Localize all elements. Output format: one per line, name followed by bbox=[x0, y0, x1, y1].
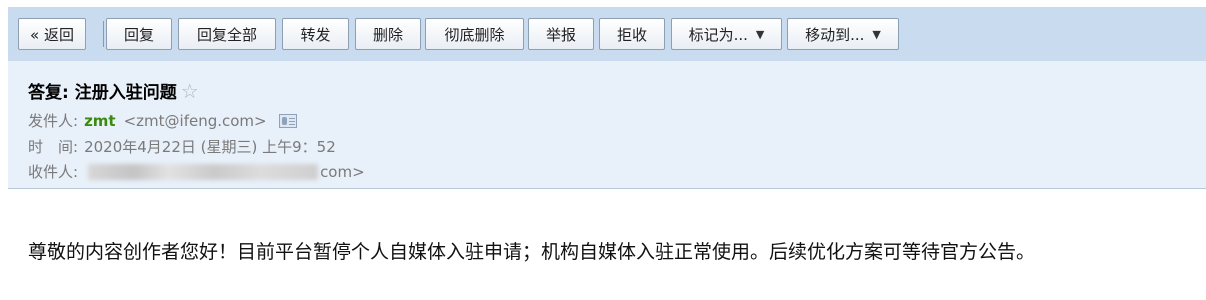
from-row: 发件人: zmt <zmt@ifeng.com> bbox=[28, 110, 297, 131]
toolbar: « 返回 回复 回复全部 转发 删除 彻底删除 举报 拒收 标记为... ▼ 移… bbox=[8, 7, 1206, 61]
dropdown-arrow-icon: ▼ bbox=[755, 27, 765, 41]
toolbar-separator bbox=[103, 21, 104, 47]
reject-button[interactable]: 拒收 bbox=[599, 18, 665, 50]
move-to-dropdown[interactable]: 移动到... ▼ bbox=[787, 18, 899, 50]
mark-as-label: 标记为... bbox=[688, 25, 748, 44]
subject-text: 答复: 注册入驻问题 bbox=[28, 83, 177, 103]
back-button[interactable]: « 返回 bbox=[18, 18, 86, 50]
delete-permanently-button[interactable]: 彻底删除 bbox=[425, 18, 524, 50]
email-body: 尊敬的内容创作者您好！目前平台暂停个人自媒体入驻申请；机构自媒体入驻正常使用。后… bbox=[28, 241, 1036, 263]
email-subject: 答复: 注册入驻问题 ☆ bbox=[28, 78, 199, 104]
reply-all-button[interactable]: 回复全部 bbox=[178, 18, 276, 50]
reply-button[interactable]: 回复 bbox=[106, 18, 172, 50]
forward-button[interactable]: 转发 bbox=[282, 18, 349, 50]
from-label: 发件人: bbox=[28, 112, 79, 130]
recipient-suffix: com> bbox=[320, 162, 365, 181]
time-label: 时 间: bbox=[28, 138, 79, 156]
to-label: 收件人: bbox=[28, 163, 79, 181]
sender-address: <zmt@ifeng.com> bbox=[123, 111, 267, 130]
redacted-recipient bbox=[88, 163, 319, 180]
delete-button[interactable]: 删除 bbox=[355, 18, 421, 50]
dropdown-arrow-icon: ▼ bbox=[872, 27, 881, 41]
mark-as-dropdown[interactable]: 标记为... ▼ bbox=[671, 18, 782, 50]
email-header: 答复: 注册入驻问题 ☆ 发件人: zmt <zmt@ifeng.com> 时 … bbox=[8, 61, 1206, 189]
time-row: 时 间: 2020年4月22日 (星期三) 上午9：52 bbox=[28, 136, 336, 157]
report-button[interactable]: 举报 bbox=[528, 18, 594, 50]
contact-card-icon[interactable] bbox=[278, 113, 297, 128]
time-value: 2020年4月22日 (星期三) 上午9：52 bbox=[84, 138, 336, 156]
to-row: 收件人: com> bbox=[28, 161, 365, 182]
move-to-label: 移动到... bbox=[805, 25, 865, 44]
sender-name[interactable]: zmt bbox=[84, 112, 116, 130]
star-icon[interactable]: ☆ bbox=[181, 81, 199, 101]
